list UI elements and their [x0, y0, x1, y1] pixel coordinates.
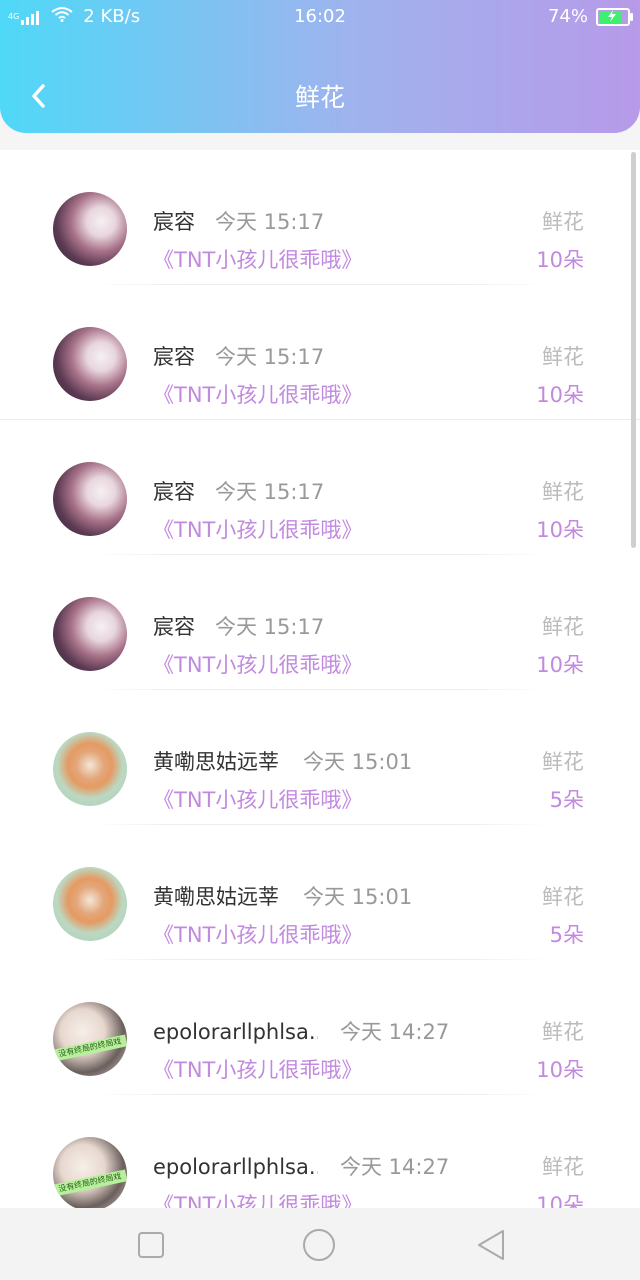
battery-icon: [596, 8, 633, 26]
user-name: 宸容: [153, 480, 195, 504]
list-item[interactable]: 没有终局的终局戏 epolorarllphlsa... 今天 14:27 《TN…: [0, 1095, 640, 1208]
page-title: 鲜花: [294, 83, 345, 112]
user-name: epolorarllphlsa...: [153, 1155, 318, 1179]
gift-count: 10朵: [536, 248, 584, 272]
avatar[interactable]: [53, 732, 127, 806]
timestamp: 今天 14:27: [340, 1020, 450, 1044]
list-item[interactable]: 没有终局的终局戏 epolorarllphlsa... 今天 14:27 《TN…: [0, 960, 640, 1095]
user-name: 黄嘞思姑远莘: [153, 885, 279, 909]
timestamp: 今天 15:17: [215, 345, 325, 369]
system-nav-bar: [0, 1208, 640, 1280]
gift-label: 鲜花: [542, 210, 584, 234]
gift-label: 鲜花: [542, 750, 584, 774]
battery-percent: 74%: [547, 6, 588, 27]
avatar[interactable]: [53, 192, 127, 266]
list-item[interactable]: 宸容 今天 15:17 《TNT小孩儿很乖哦》 鲜花 10朵: [0, 420, 640, 555]
user-name: 宸容: [153, 615, 195, 639]
triangle-back-icon: [478, 1230, 504, 1260]
scrollbar[interactable]: [631, 152, 636, 548]
recent-apps-button[interactable]: [134, 1228, 168, 1262]
gift-label: 鲜花: [542, 345, 584, 369]
timestamp: 今天 14:27: [340, 1155, 450, 1179]
timestamp: 今天 15:17: [215, 480, 325, 504]
circle-icon: [303, 1229, 335, 1261]
user-name: epolorarllphlsa...: [153, 1020, 318, 1044]
book-title[interactable]: 《TNT小孩儿很乖哦》: [153, 653, 362, 677]
list-item[interactable]: 宸容 今天 15:17 《TNT小孩儿很乖哦》 鲜花 10朵: [0, 150, 640, 285]
timestamp: 今天 15:01: [303, 885, 413, 909]
home-button[interactable]: [302, 1228, 336, 1262]
avatar[interactable]: [53, 327, 127, 401]
back-nav-button[interactable]: [474, 1228, 508, 1262]
gift-label: 鲜花: [542, 885, 584, 909]
avatar[interactable]: [53, 867, 127, 941]
gift-count: 10朵: [536, 1193, 584, 1208]
book-title[interactable]: 《TNT小孩儿很乖哦》: [153, 788, 362, 812]
gift-count: 10朵: [536, 518, 584, 542]
book-title[interactable]: 《TNT小孩儿很乖哦》: [153, 248, 362, 272]
book-title[interactable]: 《TNT小孩儿很乖哦》: [153, 383, 362, 407]
timestamp: 今天 15:17: [215, 210, 325, 234]
user-name: 宸容: [153, 345, 195, 369]
header-bar: 4G 2 KB/s 16:02 74% 鲜花: [0, 0, 640, 133]
flower-record-list[interactable]: 宸容 今天 15:17 《TNT小孩儿很乖哦》 鲜花 10朵 宸容 今天 15:…: [0, 150, 640, 1208]
book-title[interactable]: 《TNT小孩儿很乖哦》: [153, 518, 362, 542]
avatar[interactable]: 没有终局的终局戏: [53, 1002, 127, 1076]
gift-label: 鲜花: [542, 1155, 584, 1179]
user-name: 宸容: [153, 210, 195, 234]
avatar[interactable]: [53, 597, 127, 671]
gift-count: 10朵: [536, 653, 584, 677]
avatar[interactable]: [53, 462, 127, 536]
gift-label: 鲜花: [542, 1020, 584, 1044]
timestamp: 今天 15:17: [215, 615, 325, 639]
list-item[interactable]: 宸容 今天 15:17 《TNT小孩儿很乖哦》 鲜花 10朵: [0, 555, 640, 690]
avatar-caption: 没有终局的终局戏: [53, 1169, 127, 1197]
gift-count: 5朵: [549, 788, 584, 812]
list-item[interactable]: 黄嘞思姑远莘 今天 15:01 《TNT小孩儿很乖哦》 鲜花 5朵: [0, 690, 640, 825]
timestamp: 今天 15:01: [303, 750, 413, 774]
list-item[interactable]: 宸容 今天 15:17 《TNT小孩儿很乖哦》 鲜花 10朵: [0, 285, 640, 420]
gift-count: 5朵: [549, 923, 584, 947]
clock: 16:02: [294, 6, 346, 27]
gift-label: 鲜花: [542, 615, 584, 639]
book-title[interactable]: 《TNT小孩儿很乖哦》: [153, 923, 362, 947]
square-icon: [138, 1232, 164, 1258]
user-name: 黄嘞思姑远莘: [153, 750, 279, 774]
gift-label: 鲜花: [542, 480, 584, 504]
gift-count: 10朵: [536, 1058, 584, 1082]
book-title[interactable]: 《TNT小孩儿很乖哦》: [153, 1058, 362, 1082]
gift-count: 10朵: [536, 383, 584, 407]
status-bar: 4G 2 KB/s 16:02 74%: [0, 0, 640, 34]
list-item[interactable]: 黄嘞思姑远莘 今天 15:01 《TNT小孩儿很乖哦》 鲜花 5朵: [0, 825, 640, 960]
avatar-caption: 没有终局的终局戏: [53, 1034, 127, 1062]
avatar[interactable]: 没有终局的终局戏: [53, 1137, 127, 1208]
book-title[interactable]: 《TNT小孩儿很乖哦》: [153, 1193, 362, 1208]
